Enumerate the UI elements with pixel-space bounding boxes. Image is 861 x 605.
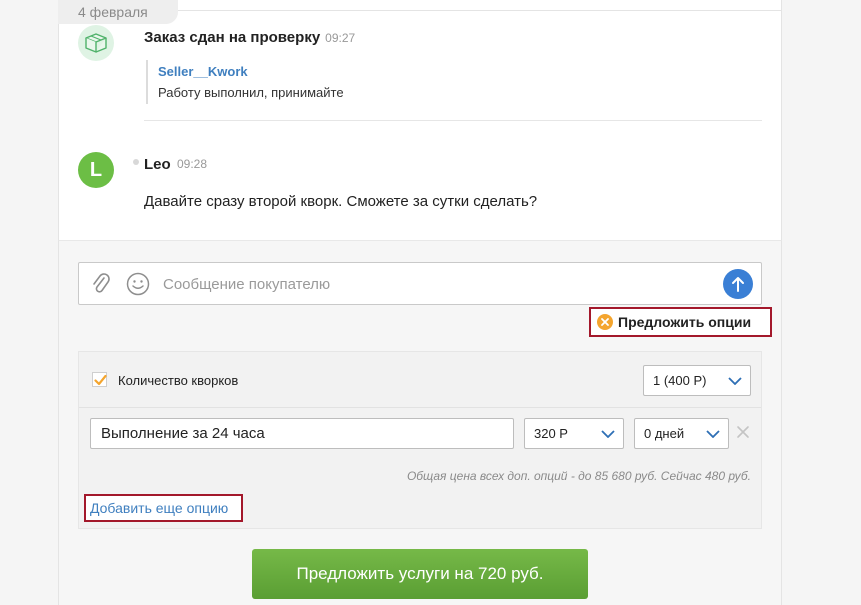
emoji-icon[interactable] [126, 272, 150, 301]
option-name-input[interactable] [90, 418, 514, 449]
message-time: 09:27 [325, 31, 356, 45]
online-status-dot [133, 159, 139, 165]
quote-text: Работу выполнил, принимайте [158, 85, 344, 100]
quote-author[interactable]: Seller__Kwork [158, 64, 344, 79]
total-options-note: Общая цена всех доп. опций - до 85 680 р… [406, 469, 751, 483]
avatar: L [78, 152, 114, 188]
message-author[interactable]: Leo [144, 156, 171, 173]
submit-offer-button[interactable]: Предложить услуги на 720 руб. [252, 549, 588, 599]
checkmark-icon [94, 374, 107, 386]
chevron-down-icon [706, 429, 720, 438]
message-input[interactable] [163, 273, 723, 295]
chevron-down-icon [601, 429, 615, 438]
offer-options-label: Предложить опции [618, 314, 752, 330]
quantity-select[interactable]: 1 (400 Р) [643, 365, 751, 396]
option-days-value: 0 дней [644, 426, 685, 441]
arrow-up-icon [732, 277, 744, 292]
attach-icon[interactable] [91, 272, 111, 301]
option-days-select[interactable]: 0 дней [634, 418, 729, 449]
message-separator [144, 120, 762, 121]
quantity-select-value: 1 (400 Р) [653, 373, 707, 388]
option-price-value: 320 Р [534, 426, 568, 441]
quoted-message: Seller__Kwork Работу выполнил, принимайт… [146, 60, 344, 104]
date-divider: 4 февраля [58, 0, 178, 24]
quantity-row: Количество кворков 1 (400 Р) [79, 352, 761, 408]
message-time: 09:28 [177, 157, 208, 171]
message-text: Давайте сразу второй кворк. Сможете за с… [144, 193, 538, 210]
message-composer [78, 262, 762, 305]
option-price-select[interactable]: 320 Р [524, 418, 624, 449]
package-icon [78, 25, 114, 61]
offer-options-button[interactable]: Предложить опции [589, 307, 772, 337]
order-status-text: Заказ сдан на проверку [144, 29, 321, 46]
quantity-checkbox[interactable] [92, 372, 107, 387]
divider-line [178, 10, 781, 11]
close-circle-icon [597, 314, 613, 330]
quantity-label: Количество кворков [118, 373, 239, 388]
send-button[interactable] [723, 269, 753, 299]
add-option-link[interactable]: Добавить еще опцию [84, 494, 243, 522]
remove-option-icon[interactable] [736, 424, 750, 442]
order-status-title: Заказ сдан на проверку 09:27 [144, 29, 355, 46]
chevron-down-icon [728, 376, 742, 385]
